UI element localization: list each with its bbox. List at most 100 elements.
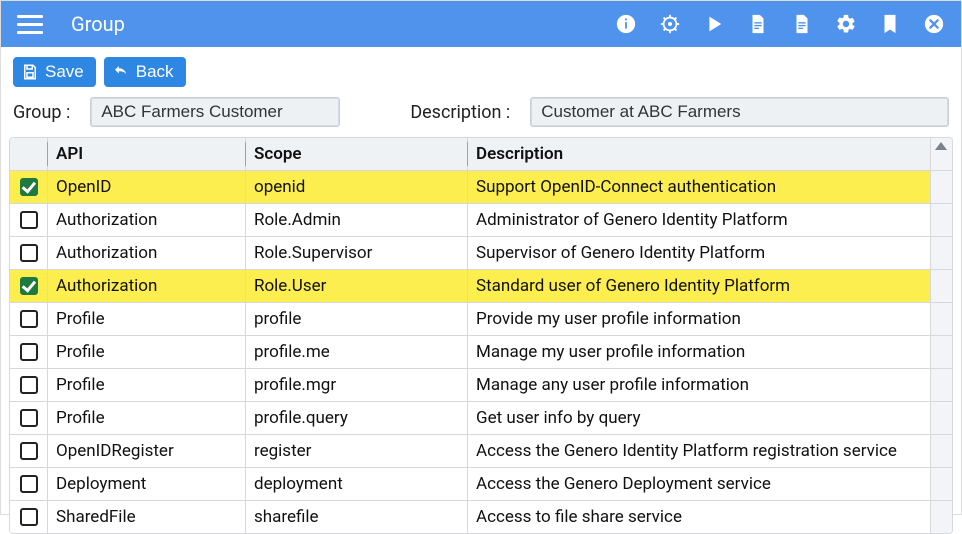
row-checkbox-cell bbox=[10, 369, 48, 401]
row-scope: openid bbox=[246, 171, 468, 203]
table-row[interactable]: ProfileprofileProvide my user profile in… bbox=[10, 302, 952, 335]
undo-icon bbox=[112, 63, 130, 81]
row-checkbox[interactable] bbox=[20, 310, 38, 328]
row-description: Access the Genero Identity Platform regi… bbox=[468, 435, 930, 467]
page-title: Group bbox=[71, 12, 125, 36]
row-scope: Role.User bbox=[246, 270, 468, 302]
table-row[interactable]: Profileprofile.queryGet user info by que… bbox=[10, 401, 952, 434]
table-row[interactable]: Profileprofile.mgrManage any user profil… bbox=[10, 368, 952, 401]
table-row[interactable]: AuthorizationRole.UserStandard user of G… bbox=[10, 269, 952, 302]
menu-icon[interactable] bbox=[17, 11, 43, 37]
row-checkbox[interactable] bbox=[20, 178, 38, 196]
row-scroll-gutter bbox=[930, 204, 952, 236]
table-row[interactable]: AuthorizationRole.SupervisorSupervisor o… bbox=[10, 236, 952, 269]
bookmark-icon[interactable] bbox=[879, 13, 901, 35]
debug-icon[interactable] bbox=[659, 13, 681, 35]
row-checkbox-cell bbox=[10, 501, 48, 533]
row-checkbox[interactable] bbox=[20, 475, 38, 493]
group-input[interactable] bbox=[90, 97, 340, 127]
row-checkbox[interactable] bbox=[20, 376, 38, 394]
table-row[interactable]: SharedFilesharefileAccess to file share … bbox=[10, 500, 952, 533]
column-checkbox bbox=[10, 138, 48, 170]
row-checkbox[interactable] bbox=[20, 277, 38, 295]
scrollbar[interactable] bbox=[930, 138, 952, 170]
back-button[interactable]: Back bbox=[104, 57, 186, 87]
row-scope: Role.Supervisor bbox=[246, 237, 468, 269]
row-description: Access to file share service bbox=[468, 501, 930, 533]
row-scroll-gutter bbox=[930, 468, 952, 500]
row-checkbox[interactable] bbox=[20, 442, 38, 460]
row-scroll-gutter bbox=[930, 237, 952, 269]
row-scope: deployment bbox=[246, 468, 468, 500]
row-api: OpenID bbox=[48, 171, 246, 203]
table-row[interactable]: OpenIDRegisterregisterAccess the Genero … bbox=[10, 434, 952, 467]
row-checkbox[interactable] bbox=[20, 211, 38, 229]
settings-icon[interactable] bbox=[835, 13, 857, 35]
row-checkbox[interactable] bbox=[20, 508, 38, 526]
row-scroll-gutter bbox=[930, 501, 952, 533]
info-icon[interactable] bbox=[615, 13, 637, 35]
row-scope: register bbox=[246, 435, 468, 467]
row-checkbox-cell bbox=[10, 171, 48, 203]
row-description: Administrator of Genero Identity Platfor… bbox=[468, 204, 930, 236]
close-icon[interactable] bbox=[923, 13, 945, 35]
row-checkbox[interactable] bbox=[20, 409, 38, 427]
column-scope[interactable]: Scope bbox=[246, 138, 468, 170]
row-api: Authorization bbox=[48, 204, 246, 236]
row-checkbox-cell bbox=[10, 237, 48, 269]
description-label: Description : bbox=[410, 102, 510, 123]
row-scroll-gutter bbox=[930, 171, 952, 203]
table-row[interactable]: AuthorizationRole.AdminAdministrator of … bbox=[10, 203, 952, 236]
row-checkbox-cell bbox=[10, 468, 48, 500]
save-button-label: Save bbox=[45, 62, 84, 82]
row-description: Support OpenID-Connect authentication bbox=[468, 171, 930, 203]
row-checkbox-cell bbox=[10, 204, 48, 236]
run-icon[interactable] bbox=[703, 13, 725, 35]
grid-header: API Scope Description bbox=[10, 138, 952, 171]
row-description: Manage my user profile information bbox=[468, 336, 930, 368]
row-scroll-gutter bbox=[930, 336, 952, 368]
group-label: Group : bbox=[13, 102, 70, 123]
row-scope: profile.query bbox=[246, 402, 468, 434]
row-description: Manage any user profile information bbox=[468, 369, 930, 401]
row-description: Get user info by query bbox=[468, 402, 930, 434]
row-scope: Role.Admin bbox=[246, 204, 468, 236]
row-checkbox[interactable] bbox=[20, 244, 38, 262]
row-scroll-gutter bbox=[930, 402, 952, 434]
row-checkbox[interactable] bbox=[20, 343, 38, 361]
row-checkbox-cell bbox=[10, 435, 48, 467]
row-api: OpenIDRegister bbox=[48, 435, 246, 467]
row-api: Deployment bbox=[48, 468, 246, 500]
row-checkbox-cell bbox=[10, 336, 48, 368]
table-row[interactable]: DeploymentdeploymentAccess the Genero De… bbox=[10, 467, 952, 500]
description-input[interactable] bbox=[530, 97, 949, 127]
row-description: Provide my user profile information bbox=[468, 303, 930, 335]
document-icon[interactable] bbox=[747, 13, 769, 35]
top-actions bbox=[615, 13, 945, 35]
row-api: Profile bbox=[48, 402, 246, 434]
top-bar: Group bbox=[1, 1, 961, 47]
column-api[interactable]: API bbox=[48, 138, 246, 170]
table-row[interactable]: OpenIDopenidSupport OpenID-Connect authe… bbox=[10, 171, 952, 203]
row-scope: profile.me bbox=[246, 336, 468, 368]
scopes-grid: API Scope Description OpenIDopenidSuppor… bbox=[9, 137, 953, 534]
row-scroll-gutter bbox=[930, 270, 952, 302]
save-button[interactable]: Save bbox=[13, 57, 96, 87]
column-description[interactable]: Description bbox=[468, 138, 930, 170]
row-description: Supervisor of Genero Identity Platform bbox=[468, 237, 930, 269]
row-scope: sharefile bbox=[246, 501, 468, 533]
row-checkbox-cell bbox=[10, 402, 48, 434]
action-toolbar: Save Back bbox=[1, 47, 961, 93]
row-api: Profile bbox=[48, 303, 246, 335]
row-api: SharedFile bbox=[48, 501, 246, 533]
row-scroll-gutter bbox=[930, 303, 952, 335]
row-checkbox-cell bbox=[10, 270, 48, 302]
table-row[interactable]: Profileprofile.meManage my user profile … bbox=[10, 335, 952, 368]
document2-icon[interactable] bbox=[791, 13, 813, 35]
row-api: Authorization bbox=[48, 270, 246, 302]
row-scroll-gutter bbox=[930, 435, 952, 467]
row-api: Authorization bbox=[48, 237, 246, 269]
row-description: Standard user of Genero Identity Platfor… bbox=[468, 270, 930, 302]
row-scope: profile.mgr bbox=[246, 369, 468, 401]
row-checkbox-cell bbox=[10, 303, 48, 335]
